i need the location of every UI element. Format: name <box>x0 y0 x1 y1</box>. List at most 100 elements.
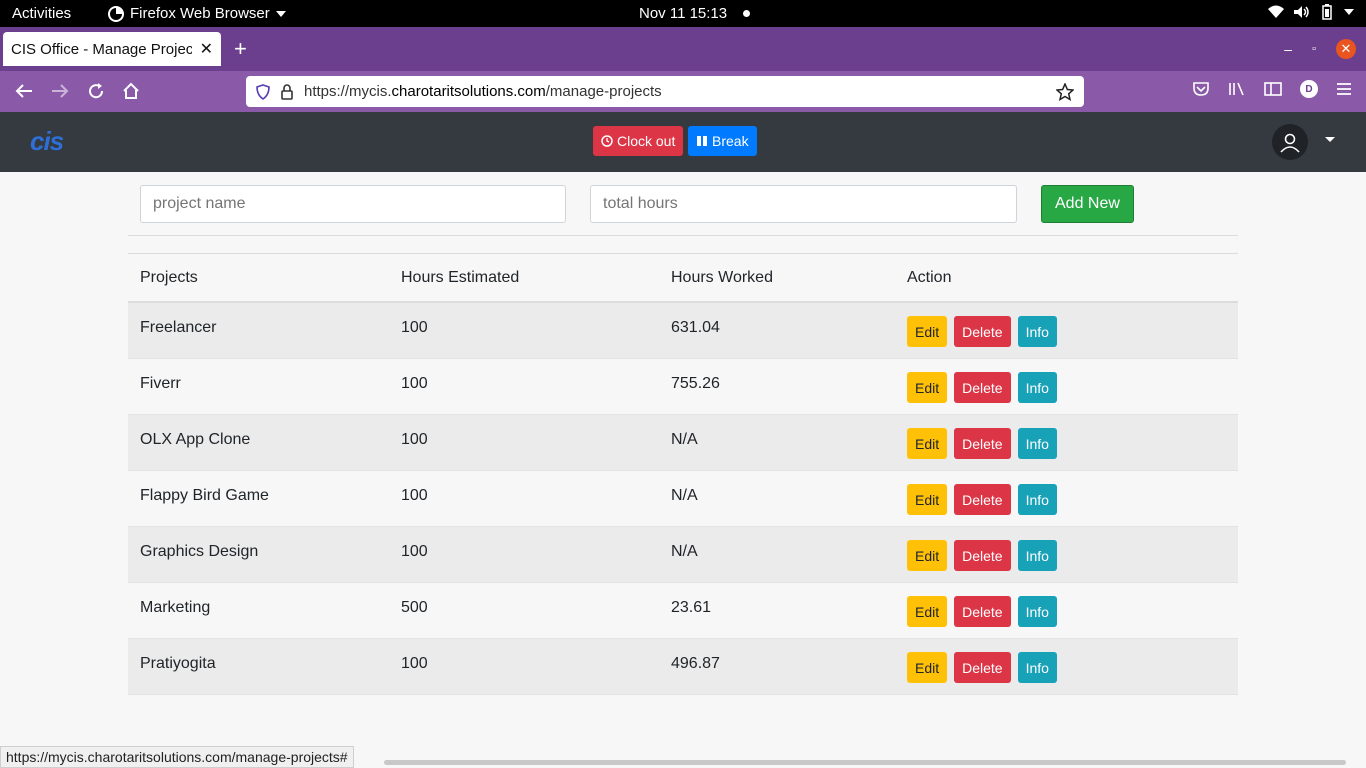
table-row: Marketing 500 23.61 Edit Delete Info <box>128 583 1238 639</box>
delete-button[interactable]: Delete <box>954 540 1011 571</box>
home-icon[interactable] <box>119 79 143 103</box>
browser-toolbar: https://mycis.charotaritsolutions.com/ma… <box>0 71 1366 112</box>
header-hours-worked: Hours Worked <box>671 268 773 286</box>
table-header: Projects Hours Estimated Hours Worked Ac… <box>128 254 1238 303</box>
notification-dot-icon <box>743 10 751 17</box>
info-button[interactable]: Info <box>1017 428 1057 459</box>
edit-button[interactable]: Edit <box>907 428 948 459</box>
cell-actions: Edit Delete Info <box>907 540 1238 571</box>
cell-actions: Edit Delete Info <box>907 484 1238 515</box>
delete-button[interactable]: Delete <box>954 652 1011 683</box>
edit-button[interactable]: Edit <box>907 316 948 347</box>
cell-project: Freelancer <box>140 319 217 336</box>
edit-button[interactable]: Edit <box>907 372 948 403</box>
clock-out-button[interactable]: Clock out <box>593 126 684 156</box>
edit-button[interactable]: Edit <box>907 652 948 683</box>
library-icon[interactable] <box>1228 81 1246 97</box>
clock-icon <box>601 135 613 147</box>
url-bar[interactable]: https://mycis.charotaritsolutions.com/ma… <box>246 76 1084 107</box>
lock-icon[interactable] <box>280 83 294 100</box>
delete-button[interactable]: Delete <box>954 484 1011 515</box>
cell-actions: Edit Delete Info <box>907 316 1238 347</box>
user-menu-caret-icon[interactable] <box>1325 137 1335 142</box>
break-button[interactable]: Break <box>688 126 757 156</box>
tab-close-icon[interactable]: ✕ <box>200 39 213 59</box>
reload-icon[interactable] <box>84 79 108 103</box>
battery-icon <box>1322 4 1332 20</box>
table-row: Graphics Design 100 N/A Edit Delete Info <box>128 527 1238 583</box>
clock-label: Nov 11 15:13 <box>639 5 728 22</box>
delete-button[interactable]: Delete <box>954 596 1011 627</box>
cis-logo[interactable]: cis <box>30 126 64 157</box>
info-button[interactable]: Info <box>1017 596 1057 627</box>
url-text: https://mycis.charotaritsolutions.com/ma… <box>304 83 1046 100</box>
delete-button[interactable]: Delete <box>954 428 1011 459</box>
cell-hours-worked: 23.61 <box>671 599 712 616</box>
cell-hours-estimated: 100 <box>401 431 428 448</box>
horizontal-scrollbar[interactable] <box>384 760 1346 765</box>
user-icon <box>1280 133 1300 153</box>
add-new-button[interactable]: Add New <box>1041 185 1134 223</box>
header-hours-estimated: Hours Estimated <box>401 268 520 286</box>
toolbar-right: D <box>1192 80 1352 98</box>
cell-hours-worked: N/A <box>671 543 698 560</box>
cell-project: Marketing <box>140 599 211 616</box>
table-row: Fiverr 100 755.26 Edit Delete Info <box>128 359 1238 415</box>
info-button[interactable]: Info <box>1017 484 1057 515</box>
info-button[interactable]: Info <box>1017 372 1057 403</box>
delete-button[interactable]: Delete <box>954 372 1011 403</box>
total-hours-input[interactable] <box>590 185 1017 223</box>
forward-icon[interactable] <box>48 79 72 103</box>
hamburger-menu-icon[interactable] <box>1336 82 1352 96</box>
table-row: Freelancer 100 631.04 Edit Delete Info <box>128 303 1238 359</box>
cell-hours-worked: 496.87 <box>671 655 720 672</box>
cell-hours-estimated: 100 <box>401 375 428 392</box>
cell-actions: Edit Delete Info <box>907 372 1238 403</box>
add-project-form: Add New <box>128 172 1238 236</box>
cell-hours-worked: 755.26 <box>671 375 720 392</box>
activities-button[interactable]: Activities <box>12 5 71 22</box>
cell-hours-estimated: 100 <box>401 655 428 672</box>
system-clock[interactable]: Nov 11 15:13 <box>639 5 751 22</box>
cell-project: Flappy Bird Game <box>140 487 269 504</box>
edit-button[interactable]: Edit <box>907 484 948 515</box>
cell-hours-worked: N/A <box>671 431 698 448</box>
pocket-icon[interactable] <box>1192 81 1210 97</box>
info-button[interactable]: Info <box>1017 316 1057 347</box>
tracking-shield-icon[interactable] <box>256 83 270 100</box>
bookmark-star-icon[interactable] <box>1056 82 1074 101</box>
info-button[interactable]: Info <box>1017 652 1057 683</box>
link-status-bar: https://mycis.charotaritsolutions.com/ma… <box>0 746 354 768</box>
user-avatar[interactable] <box>1272 124 1308 160</box>
edit-button[interactable]: Edit <box>907 540 948 571</box>
cell-hours-estimated: 100 <box>401 543 428 560</box>
break-label: Break <box>712 133 749 149</box>
cell-project: Fiverr <box>140 375 181 392</box>
info-button[interactable]: Info <box>1017 540 1057 571</box>
app-navbar: cis Clock out Break <box>0 112 1366 172</box>
url-host: charotaritsolutions.com <box>391 83 546 100</box>
header-action: Action <box>907 268 952 286</box>
cell-hours-estimated: 500 <box>401 599 428 616</box>
account-avatar-icon[interactable]: D <box>1300 80 1318 98</box>
cell-project: Pratiyogita <box>140 655 216 672</box>
table-row: Flappy Bird Game 100 N/A Edit Delete Info <box>128 471 1238 527</box>
project-name-input[interactable] <box>140 185 566 223</box>
maximize-icon[interactable]: ▫ <box>1312 43 1316 55</box>
chevron-down-icon <box>275 10 286 17</box>
edit-button[interactable]: Edit <box>907 596 948 627</box>
window-close-icon[interactable]: ✕ <box>1336 39 1356 59</box>
system-tray[interactable] <box>1268 4 1354 20</box>
back-icon[interactable] <box>12 79 36 103</box>
delete-button[interactable]: Delete <box>954 316 1011 347</box>
minimize-icon[interactable]: – <box>1284 41 1292 57</box>
tab-title: CIS Office - Manage Projects <box>11 40 192 58</box>
sidebar-icon[interactable] <box>1264 81 1282 97</box>
cell-hours-estimated: 100 <box>401 487 428 504</box>
app-menu[interactable]: Firefox Web Browser <box>108 5 286 22</box>
cell-hours-worked: 631.04 <box>671 319 720 336</box>
pause-icon <box>697 136 707 146</box>
tab-manage-projects[interactable]: CIS Office - Manage Projects ✕ <box>3 32 221 66</box>
new-tab-button[interactable]: + <box>234 37 247 61</box>
clock-out-label: Clock out <box>617 133 676 149</box>
